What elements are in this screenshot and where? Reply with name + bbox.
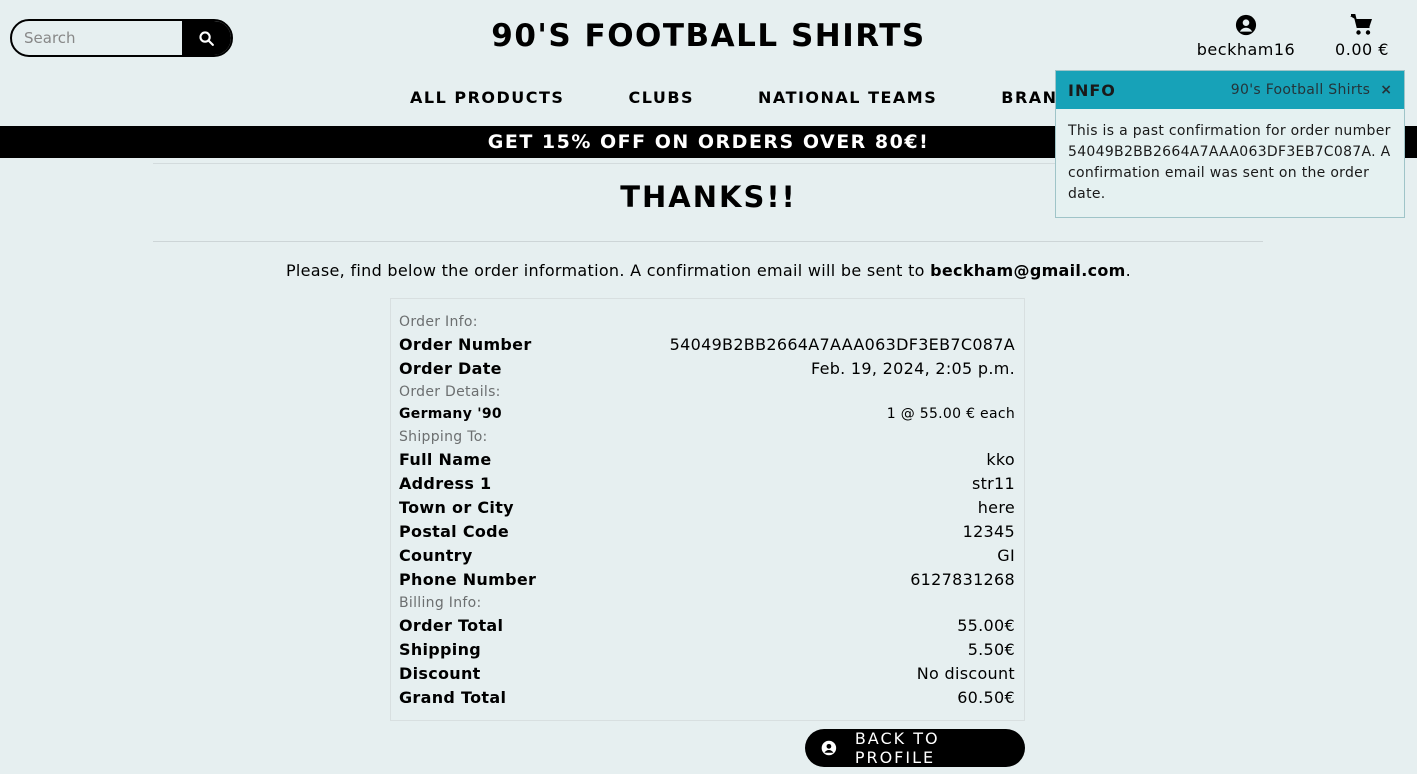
info-toast: INFO 90's Football Shirts × This is a pa…: [1055, 70, 1405, 218]
nav-all-products[interactable]: ALL PRODUCTS: [410, 88, 564, 107]
toast-header: INFO 90's Football Shirts ×: [1056, 71, 1404, 109]
back-to-profile-label: BACK TO PROFILE: [854, 729, 940, 767]
account-username: beckham16: [1196, 40, 1296, 59]
row-value: 5.50€: [967, 640, 1015, 659]
row-value: 12345: [962, 522, 1015, 541]
shopping-bag-link[interactable]: 0.00 €: [1326, 14, 1398, 59]
toast-source: 90's Football Shirts: [1230, 82, 1371, 98]
row-value: 54049B2BB2664A7AAA063DF3EB7C087A: [669, 335, 1015, 354]
item-quantity: 1 @ 55.00 € each: [886, 406, 1015, 422]
row-key: Postal Code: [399, 522, 510, 541]
row-key: Order Date: [399, 359, 502, 378]
section-label-order-details: Order Details:: [399, 384, 501, 400]
full-name-row: Full Name kko: [399, 448, 1015, 472]
section-label-billing: Billing Info:: [399, 595, 482, 611]
row-key: Shipping: [399, 640, 482, 659]
postal-code-row: Postal Code 12345: [399, 520, 1015, 544]
row-key: Order Total: [399, 616, 504, 635]
row-key: Town or City: [399, 498, 514, 517]
section-label-order-info: Order Info:: [399, 314, 478, 330]
back-to-profile-button[interactable]: BACK TO PROFILE: [805, 729, 1025, 767]
nav-national-teams[interactable]: NATIONAL TEAMS: [758, 88, 937, 107]
row-value: here: [977, 498, 1015, 517]
line-item-row: Germany '90 1 @ 55.00 € each: [399, 403, 1015, 426]
row-value: str11: [971, 474, 1015, 493]
grand-total-row: Grand Total 60.50€: [399, 686, 1015, 710]
row-key: Grand Total: [399, 688, 507, 707]
my-account-link[interactable]: beckham16: [1196, 14, 1296, 59]
row-value: 60.50€: [957, 688, 1015, 707]
row-key: Phone Number: [399, 570, 537, 589]
toast-title: INFO: [1068, 80, 1116, 100]
discount-row: Discount No discount: [399, 662, 1015, 686]
row-key: Order Number: [399, 335, 532, 354]
bag-total: 0.00 €: [1335, 40, 1389, 59]
town-row: Town or City here: [399, 496, 1015, 520]
order-summary: Order Info: Order Number 54049B2BB2664A7…: [390, 298, 1025, 721]
main-nav: ALL PRODUCTS CLUBS NATIONAL TEAMS BRANDS: [410, 88, 1149, 107]
row-value: 55.00€: [957, 616, 1015, 635]
section-label-shipping: Shipping To:: [399, 429, 488, 445]
address-row: Address 1 str11: [399, 472, 1015, 496]
nav-clubs[interactable]: CLUBS: [628, 88, 694, 107]
divider: [153, 241, 1263, 242]
row-key: Full Name: [399, 450, 492, 469]
order-date-row: Order Date Feb. 19, 2024, 2:05 p.m.: [399, 357, 1015, 381]
row-value: kko: [986, 450, 1015, 469]
row-value: Feb. 19, 2024, 2:05 p.m.: [810, 359, 1015, 378]
row-value: GI: [997, 546, 1015, 565]
close-icon[interactable]: ×: [1380, 82, 1392, 98]
row-value: No discount: [916, 664, 1015, 683]
order-number-row: Order Number 54049B2BB2664A7AAA063DF3EB7…: [399, 333, 1015, 357]
user-circle-icon: [821, 740, 837, 756]
toast-message: This is a past confirmation for order nu…: [1068, 123, 1391, 202]
user-circle-icon: [1235, 14, 1257, 36]
row-key: Discount: [399, 664, 481, 683]
intro-prefix: Please, find below the order information…: [285, 261, 931, 280]
country-row: Country GI: [399, 544, 1015, 568]
order-total-row: Order Total 55.00€: [399, 614, 1015, 638]
row-key: Country: [399, 546, 473, 565]
shipping-row: Shipping 5.50€: [399, 638, 1015, 662]
item-name: Germany '90: [399, 406, 502, 422]
intro-text: Please, find below the order information…: [0, 261, 1417, 280]
row-value: 6127831268: [910, 570, 1015, 589]
row-key: Address 1: [399, 474, 492, 493]
intro-email: beckham@gmail.com: [930, 261, 1126, 280]
intro-suffix: .: [1125, 261, 1132, 280]
shopping-cart-icon: [1350, 14, 1372, 35]
phone-row: Phone Number 6127831268: [399, 568, 1015, 592]
